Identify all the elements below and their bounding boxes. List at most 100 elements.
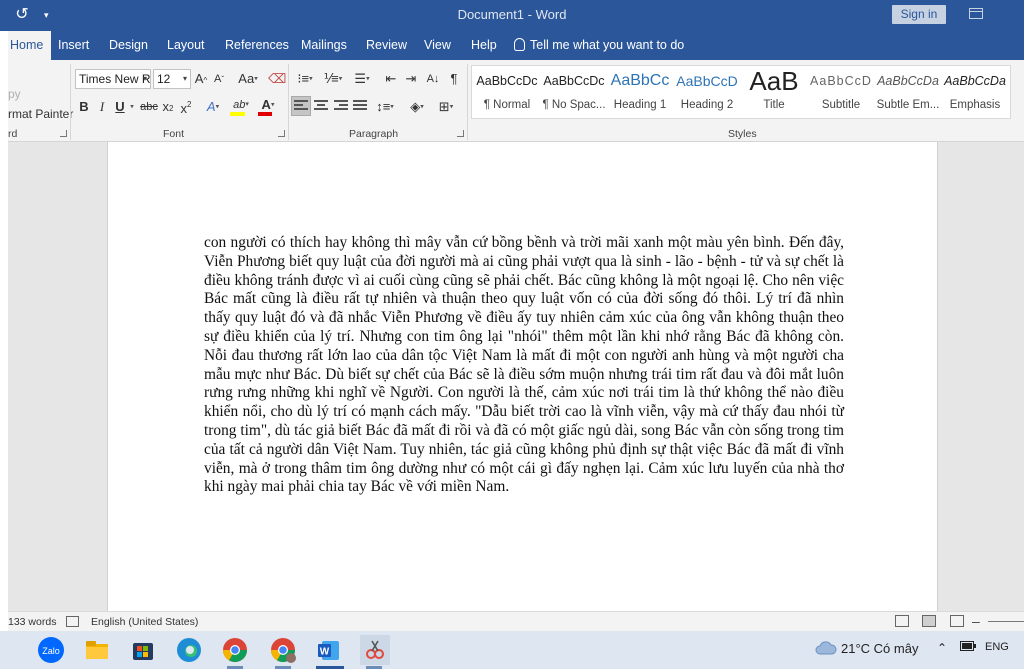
proofing-icon[interactable] xyxy=(66,616,79,627)
style-heading-1[interactable]: AaBbCc Heading 1 xyxy=(607,66,673,118)
style-normal[interactable]: AaBbCcDc ¶ Normal xyxy=(474,66,540,118)
style-emphasis[interactable]: AaBbCcDa Emphasis xyxy=(942,66,1008,118)
chrome-icon[interactable] xyxy=(220,635,250,665)
clipboard-group-label: rd xyxy=(8,128,18,140)
style-sample: AaBbCcDc xyxy=(476,74,538,88)
bold-button[interactable]: B xyxy=(76,97,92,117)
style-subtitle[interactable]: AaBbCcD Subtitle xyxy=(808,66,874,118)
style-no-spacing[interactable]: AaBbCcDc ¶ No Spac... xyxy=(541,66,607,118)
tell-me-label: Tell me what you want to do xyxy=(530,38,685,52)
document-body-text[interactable]: con người có thích hay không thì mây vẫn… xyxy=(204,234,844,497)
tab-insert[interactable]: Insert xyxy=(58,31,89,60)
style-name: Heading 1 xyxy=(613,99,667,111)
format-painter-button[interactable]: rmat Painter xyxy=(8,107,73,121)
chevron-down-icon: ▾ xyxy=(142,74,147,83)
multilevel-list-button[interactable]: ☰▾ xyxy=(348,69,376,89)
increase-indent-icon[interactable]: ⇥ xyxy=(402,69,420,89)
align-left-icon[interactable] xyxy=(294,100,308,112)
edge-browser-icon[interactable] xyxy=(174,635,204,665)
text-effects-icon: A xyxy=(206,99,216,114)
tab-design[interactable]: Design xyxy=(109,31,148,60)
tab-mailings[interactable]: Mailings xyxy=(301,31,347,60)
style-subtle-emphasis[interactable]: AaBbCcDa Subtle Em... xyxy=(875,66,941,118)
chevron-down-icon: ▾ xyxy=(182,74,187,83)
decrease-indent-icon[interactable]: ⇤ xyxy=(382,69,400,89)
style-name: Emphasis xyxy=(949,99,1001,111)
style-sample: AaBbCcDc xyxy=(543,74,605,88)
font-name-value: Times New R xyxy=(79,72,151,86)
weather-widget[interactable]: 21°C Có mây xyxy=(815,641,918,656)
text-effects-button[interactable]: A▾ xyxy=(201,97,225,117)
font-launcher-icon[interactable] xyxy=(278,130,285,137)
clipboard-launcher-icon[interactable] xyxy=(60,130,67,137)
shading-button[interactable]: ◈▾ xyxy=(404,97,430,117)
battery-icon[interactable] xyxy=(960,641,976,654)
status-bar: 133 words English (United States) – xyxy=(8,611,1024,631)
shrink-font-button[interactable]: Aˇ xyxy=(211,69,227,89)
numbering-button[interactable]: ⅟≡▾ xyxy=(320,69,346,89)
align-right-icon[interactable] xyxy=(334,100,348,112)
line-spacing-button[interactable]: ↕≡▾ xyxy=(372,97,398,117)
style-name: ¶ No Spac... xyxy=(542,99,606,111)
svg-text:Zalo: Zalo xyxy=(42,646,60,656)
style-heading-2[interactable]: AaBbCcD Heading 2 xyxy=(674,66,740,118)
read-mode-icon[interactable] xyxy=(895,615,909,627)
italic-button[interactable]: I xyxy=(94,97,110,117)
font-size-combo[interactable]: 12 ▾ xyxy=(153,69,191,89)
cloud-icon xyxy=(815,641,837,655)
grow-font-button[interactable]: A^ xyxy=(193,69,209,89)
borders-button[interactable]: ⊞▾ xyxy=(432,97,460,117)
tab-view[interactable]: View xyxy=(424,31,451,60)
tab-references[interactable]: References xyxy=(225,31,289,60)
input-language[interactable]: ENG xyxy=(985,641,1009,653)
chevron-up-icon[interactable]: ⌃ xyxy=(937,641,947,655)
chrome-profile-icon[interactable] xyxy=(268,635,298,665)
font-color-icon: A xyxy=(261,97,271,112)
clear-formatting-icon[interactable]: ⌫ xyxy=(268,69,286,89)
word-icon[interactable]: W xyxy=(314,635,344,665)
bullets-icon: ⁝≡ xyxy=(297,71,310,86)
paragraph-launcher-icon[interactable] xyxy=(457,130,464,137)
tell-me-search[interactable]: Tell me what you want to do xyxy=(514,31,684,60)
font-size-value: 12 xyxy=(157,72,171,86)
group-divider xyxy=(467,64,468,140)
windows-taskbar: Zalo W 21°C Có mây ⌃ ENG xyxy=(0,631,1024,669)
ribbon-tabs: Home Insert Design Layout References Mai… xyxy=(0,31,1024,60)
sort-button[interactable]: A↓ xyxy=(424,69,442,89)
style-sample: AaBbCcDa xyxy=(944,74,1006,88)
document-title: Document1 - Word xyxy=(457,7,567,22)
change-case-button[interactable]: Aa▾ xyxy=(235,69,261,89)
style-title[interactable]: AaB Title xyxy=(741,66,807,118)
word-count[interactable]: 133 words xyxy=(8,616,56,628)
font-name-combo[interactable]: Times New R ▾ xyxy=(75,69,151,89)
sign-in-button[interactable]: Sign in xyxy=(892,5,946,24)
tab-layout[interactable]: Layout xyxy=(167,31,205,60)
snipping-tool-icon[interactable] xyxy=(360,635,390,665)
print-layout-icon[interactable] xyxy=(922,615,936,627)
underline-button[interactable]: U xyxy=(112,97,128,117)
align-center-icon[interactable] xyxy=(314,100,328,112)
microsoft-store-icon[interactable] xyxy=(128,635,158,665)
tab-review[interactable]: Review xyxy=(366,31,407,60)
subscript-button[interactable]: x2 xyxy=(160,97,176,117)
underline-options-icon[interactable]: ▾ xyxy=(127,97,137,117)
tab-help[interactable]: Help xyxy=(471,31,497,60)
strikethrough-button[interactable]: abc xyxy=(139,97,159,117)
style-sample: AaBbCc xyxy=(610,72,670,89)
copy-button[interactable]: py xyxy=(8,87,21,101)
justify-icon[interactable] xyxy=(353,100,367,112)
ribbon-display-options-icon[interactable] xyxy=(969,8,983,19)
style-name: Subtitle xyxy=(821,99,861,111)
bullets-button[interactable]: ⁝≡▾ xyxy=(292,69,318,89)
zalo-icon[interactable]: Zalo xyxy=(36,635,66,665)
file-explorer-icon[interactable] xyxy=(82,635,112,665)
language-indicator[interactable]: English (United States) xyxy=(91,616,198,628)
show-hide-marks-button[interactable]: ¶ xyxy=(446,69,462,89)
zoom-slider[interactable] xyxy=(988,621,1024,622)
web-layout-icon[interactable] xyxy=(950,615,964,627)
group-divider xyxy=(288,64,289,140)
lightbulb-icon xyxy=(514,38,525,51)
zoom-out-icon[interactable]: – xyxy=(972,613,980,629)
superscript-button[interactable]: x2 xyxy=(178,95,194,116)
multilevel-list-icon: ☰ xyxy=(354,71,367,86)
